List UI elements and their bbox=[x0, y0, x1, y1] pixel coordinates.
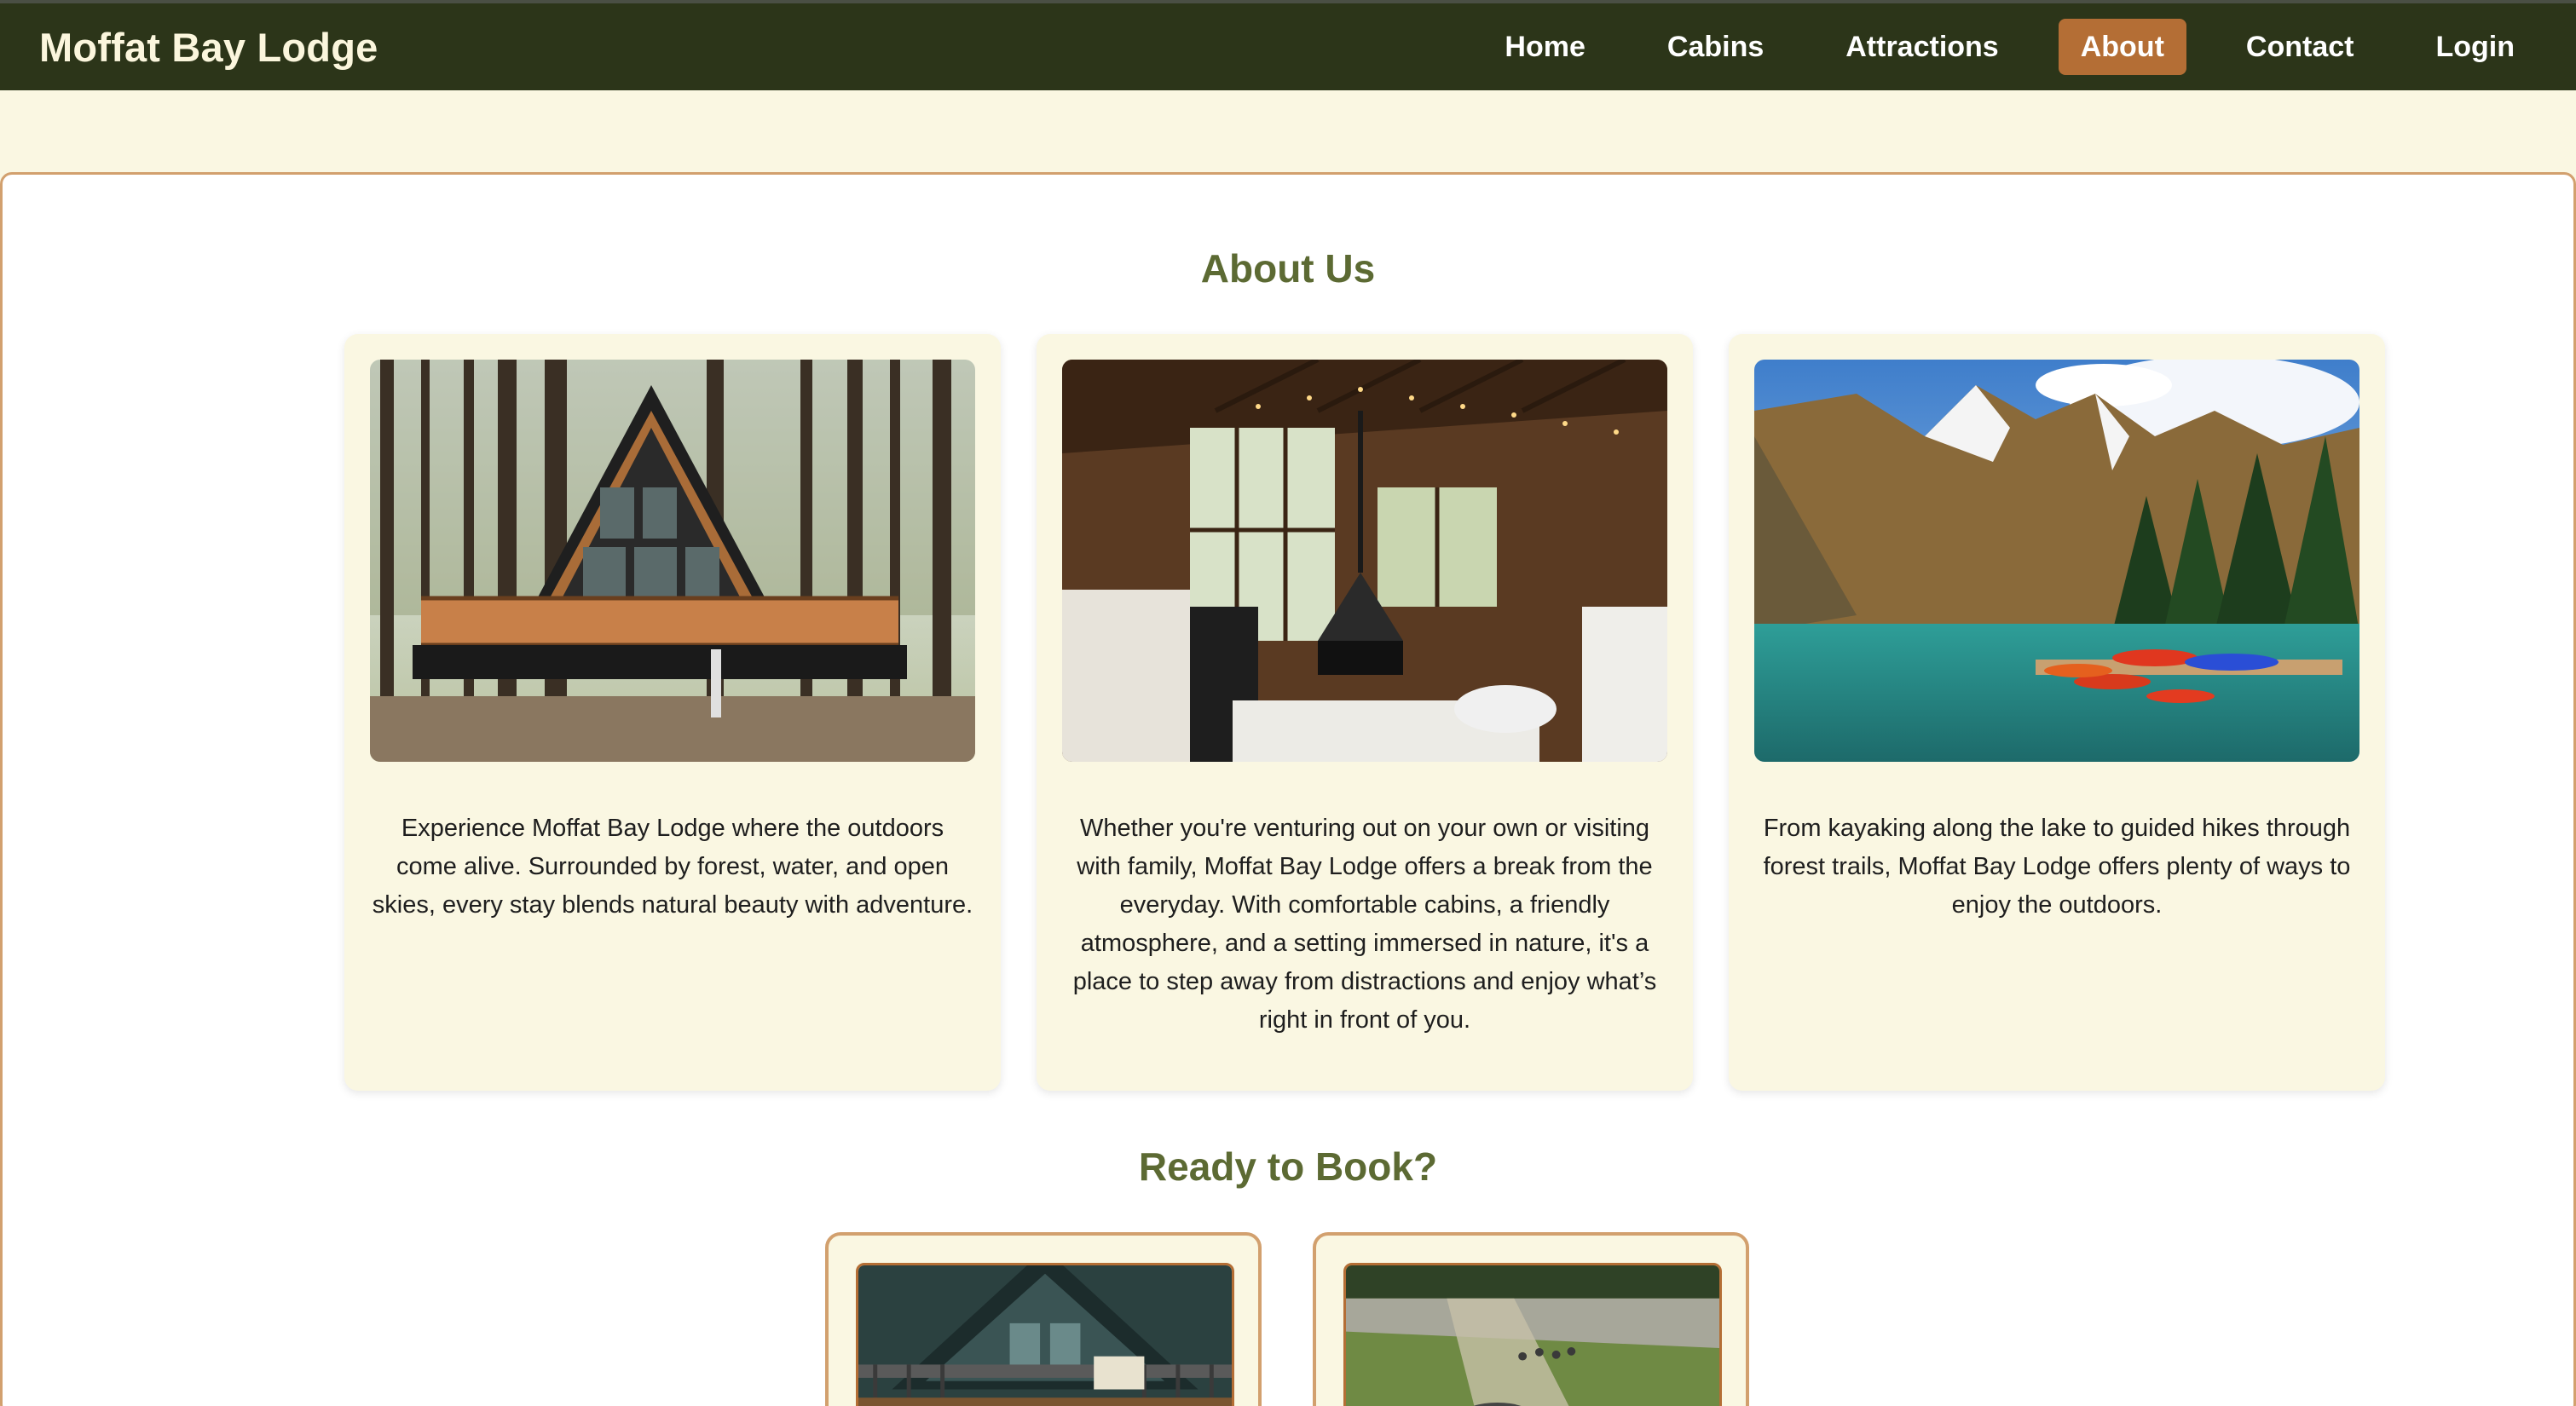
about-us-heading: About Us bbox=[1200, 246, 1376, 291]
book-cabin-card[interactable] bbox=[825, 1232, 1262, 1406]
a-frame-cabin-photo bbox=[370, 360, 975, 762]
ready-to-book-heading: Ready to Book? bbox=[1138, 1144, 1438, 1189]
top-navbar: Moffat Bay Lodge Home Cabins Attractions… bbox=[0, 0, 2576, 90]
nav-cabins-link[interactable]: Cabins bbox=[1645, 19, 1786, 75]
nav-about-link[interactable]: About bbox=[2058, 19, 2186, 75]
site-brand[interactable]: Moffat Bay Lodge bbox=[39, 24, 378, 71]
nav-attractions-link[interactable]: Attractions bbox=[1823, 19, 2020, 75]
about-card-text: From kayaking along the lake to guided h… bbox=[1763, 815, 2351, 919]
cabin-interior-photo bbox=[1062, 360, 1667, 762]
hikers-on-trail-photo[interactable] bbox=[1343, 1263, 1722, 1406]
nav-home-link[interactable]: Home bbox=[1482, 19, 1607, 75]
a-frame-cabin-deck-photo[interactable] bbox=[856, 1263, 1234, 1406]
nav-contact-link[interactable]: Contact bbox=[2224, 19, 2377, 75]
about-card-text: Experience Moffat Bay Lodge where the ou… bbox=[372, 815, 973, 919]
nav-login-link[interactable]: Login bbox=[2413, 19, 2537, 75]
about-card: Experience Moffat Bay Lodge where the ou… bbox=[344, 334, 1001, 1091]
about-card: From kayaking along the lake to guided h… bbox=[1729, 334, 2385, 1091]
mountain-lake-photo bbox=[1754, 360, 2359, 762]
book-hike-card[interactable] bbox=[1313, 1232, 1749, 1406]
about-card-text: Whether you're venturing out on your own… bbox=[1072, 815, 1657, 1034]
about-card: Whether you're venturing out on your own… bbox=[1037, 334, 1693, 1091]
nav-links: Home Cabins Attractions About Contact Lo… bbox=[1445, 19, 2537, 75]
